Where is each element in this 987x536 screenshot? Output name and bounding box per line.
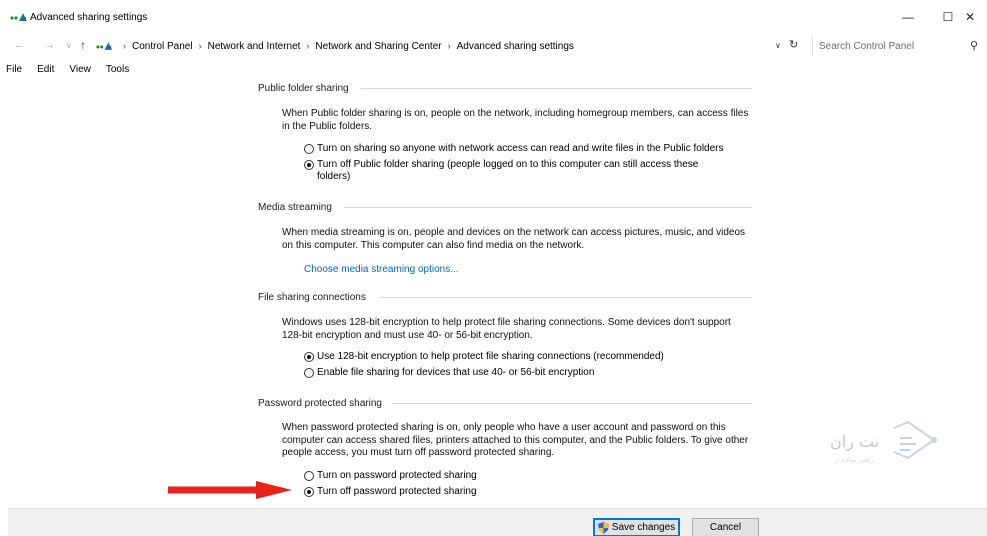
radio-label: Use 128-bit encryption to help protect f… [317, 351, 664, 362]
radio-label: Enable file sharing for devices that use… [317, 367, 595, 378]
section-divider [361, 88, 752, 89]
address-bar[interactable]: › Control Panel › Network and Internet ›… [96, 36, 804, 56]
menu-edit[interactable]: Edit [31, 62, 59, 78]
network-icon [10, 13, 27, 21]
radio-label: Turn off Public folder sharing (people l… [317, 159, 699, 182]
radio-button[interactable] [304, 368, 314, 378]
address-dropdown-chevron-icon[interactable]: ∨ [775, 41, 781, 50]
radio-label: Turn on password protected sharing [317, 470, 477, 481]
breadcrumb-network-and-internet[interactable]: Network and Internet [208, 41, 301, 52]
forward-arrow-icon[interactable]: → [44, 39, 55, 51]
radio-button[interactable] [304, 471, 314, 481]
close-button[interactable]: ✕ [953, 5, 987, 29]
breadcrumb-control-panel[interactable]: Control Panel [132, 41, 193, 52]
menu-file[interactable]: File [6, 62, 27, 78]
watermark-subtext: راهی ساده تر [834, 457, 874, 464]
red-arrow-icon [168, 481, 292, 499]
recent-locations-chevron-icon[interactable]: ∨ [66, 41, 72, 50]
radio-public-folder-off[interactable]: Turn off Public folder sharing (people l… [304, 159, 734, 183]
menu-bar: File Edit View Tools [0, 62, 138, 78]
file-sharing-description: Windows uses 128-bit encryption to help … [282, 317, 731, 341]
radio-public-folder-on[interactable]: Turn on sharing so anyone with network a… [304, 143, 754, 155]
minimize-icon: — [902, 10, 914, 24]
choose-media-streaming-options-link[interactable]: Choose media streaming options... [304, 264, 459, 275]
cancel-button[interactable]: Cancel [692, 518, 759, 536]
refresh-icon[interactable]: ↻ [789, 38, 798, 51]
watermark-text: نت ران [830, 432, 880, 451]
cancel-label: Cancel [709, 522, 742, 533]
network-location-icon [96, 42, 113, 50]
breadcrumb-separator-icon: › [123, 41, 126, 51]
menu-view[interactable]: View [63, 62, 96, 78]
save-changes-button[interactable]: Save changes [593, 518, 680, 536]
public-folder-description: When Public folder sharing is on, people… [282, 108, 749, 132]
radio-button[interactable] [304, 144, 314, 154]
section-title: File sharing connections [258, 291, 366, 303]
breadcrumb-network-and-sharing-center[interactable]: Network and Sharing Center [315, 41, 441, 52]
section-title: Media streaming [258, 201, 332, 213]
radio-button[interactable] [304, 352, 314, 362]
search-input[interactable]: Search Control Panel ⚲ [812, 36, 984, 56]
breadcrumb-separator-icon[interactable]: › [306, 41, 309, 51]
section-heading-media-streaming: Media streaming [258, 200, 752, 214]
save-changes-label: Save changes [611, 522, 676, 533]
radio-label: Turn on sharing so anyone with network a… [317, 143, 724, 154]
password-protected-description: When password protected sharing is on, o… [282, 422, 749, 458]
radio-40-56-bit-encryption[interactable]: Enable file sharing for devices that use… [304, 367, 754, 379]
section-heading-password-protected: Password protected sharing [258, 396, 752, 410]
close-icon: ✕ [964, 10, 976, 24]
maximize-icon: ☐ [942, 10, 954, 24]
minimize-button[interactable]: — [888, 5, 928, 29]
media-streaming-description: When media streaming is on, people and d… [282, 227, 746, 251]
radio-label: Turn off password protected sharing [317, 486, 477, 497]
share-watermark-icon [893, 420, 937, 460]
radio-128-bit-encryption[interactable]: Use 128-bit encryption to help protect f… [304, 351, 754, 363]
breadcrumb-separator-icon[interactable]: › [448, 41, 451, 51]
action-bar: Save changes Cancel [8, 508, 987, 536]
up-arrow-icon[interactable]: ↑ [80, 38, 86, 52]
watermark-logo: نت ران راهی ساده تر [830, 418, 950, 478]
breadcrumb-advanced-sharing-settings[interactable]: Advanced sharing settings [457, 41, 574, 52]
window-title: Advanced sharing settings [30, 12, 148, 23]
search-placeholder: Search Control Panel [819, 40, 915, 52]
section-title: Public folder sharing [258, 82, 349, 94]
section-heading-public-folder: Public folder sharing [258, 81, 752, 95]
radio-button[interactable] [304, 160, 314, 170]
section-divider [392, 403, 752, 404]
title-bar: Advanced sharing settings — ☐ ✕ [0, 0, 987, 34]
radio-password-protected-on[interactable]: Turn on password protected sharing [304, 470, 754, 482]
section-title: Password protected sharing [258, 397, 382, 409]
section-divider [379, 297, 752, 298]
radio-button[interactable] [304, 487, 314, 497]
section-heading-file-sharing: File sharing connections [258, 290, 752, 304]
radio-password-protected-off[interactable]: Turn off password protected sharing [304, 486, 754, 498]
search-icon[interactable]: ⚲ [970, 39, 978, 52]
breadcrumb-separator-icon[interactable]: › [199, 41, 202, 51]
menu-tools[interactable]: Tools [100, 62, 134, 78]
back-arrow-icon[interactable]: ← [14, 39, 25, 51]
section-divider [344, 207, 752, 208]
uac-shield-icon [597, 521, 609, 534]
